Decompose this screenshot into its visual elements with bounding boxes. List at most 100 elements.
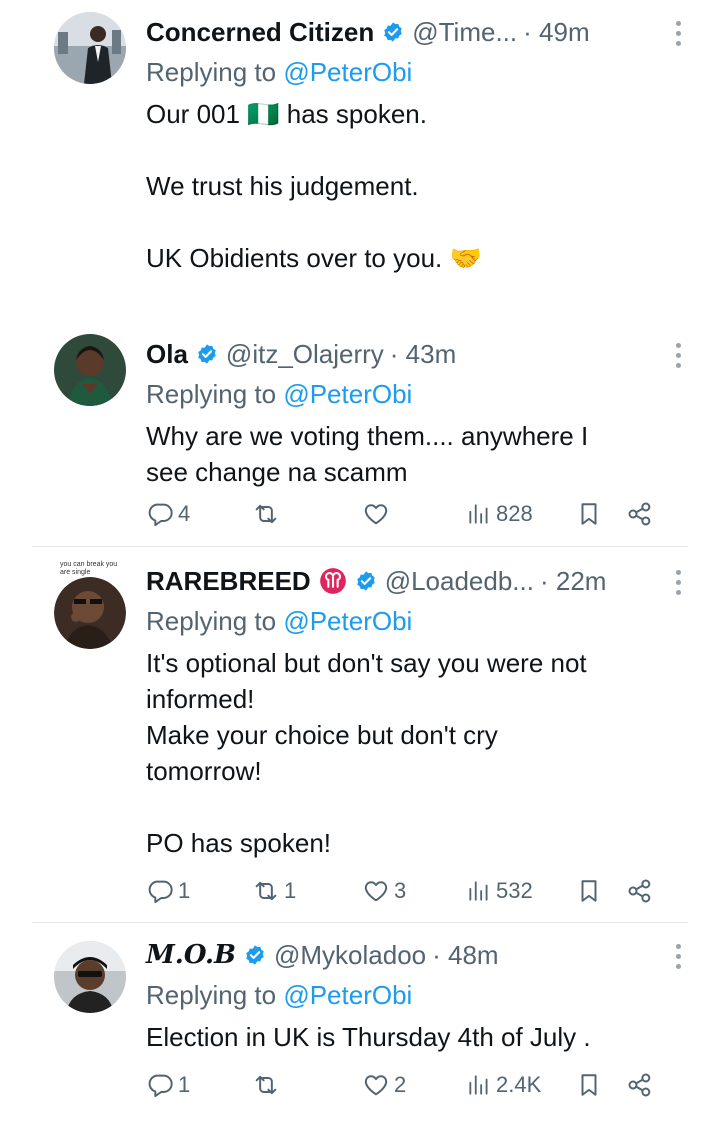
- text-line: Why are we voting them.... anywhere I: [146, 421, 589, 451]
- text-line: UK Obidients over to you. 🤝: [146, 243, 482, 273]
- reply-count: 1: [178, 878, 191, 903]
- avatar-caption: you can break you are single: [60, 561, 118, 576]
- text-line: PO has spoken!: [146, 828, 331, 858]
- reply-icon: [148, 1074, 173, 1098]
- replying-to: Replying to @PeterObi: [146, 52, 680, 92]
- heart-icon: [364, 504, 388, 525]
- replying-label: Replying to: [146, 379, 277, 409]
- repost-icon: [255, 1075, 277, 1095]
- more-icon[interactable]: [666, 18, 690, 48]
- author-name[interactable]: Concerned Citizen: [146, 17, 374, 48]
- bookmark-button[interactable]: [576, 496, 602, 532]
- heart-icon: [364, 1075, 388, 1096]
- share-button[interactable]: [626, 1067, 654, 1103]
- avatar[interactable]: [54, 334, 126, 406]
- tweet[interactable]: Ola @itz_Olajerry · 43m Replying to @Pet…: [0, 318, 720, 546]
- more-icon[interactable]: [666, 941, 690, 971]
- views-button[interactable]: 828: [466, 496, 533, 532]
- text-line: informed!: [146, 684, 255, 714]
- timestamp[interactable]: · 49m: [523, 17, 589, 48]
- like-count: 2: [394, 1072, 407, 1097]
- reply-icon: [148, 880, 173, 904]
- like-button[interactable]: [362, 496, 394, 532]
- timestamp[interactable]: · 22m: [540, 566, 606, 597]
- share-icon: [628, 1073, 651, 1097]
- views-button[interactable]: 2.4K: [466, 1067, 541, 1103]
- more-icon[interactable]: [666, 340, 690, 370]
- views-count: 532: [496, 878, 533, 903]
- author-handle[interactable]: @Loadedb...: [385, 566, 534, 597]
- replying-label: Replying to: [146, 980, 277, 1010]
- text-line: Make your choice but don't cry: [146, 720, 498, 750]
- author-handle[interactable]: @itz_Olajerry: [226, 339, 384, 370]
- heart-icon: [364, 881, 388, 902]
- verified-badge-icon: [196, 343, 218, 365]
- like-button[interactable]: 3: [362, 873, 406, 909]
- reply-button[interactable]: 1: [146, 873, 190, 909]
- action-bar: 1 2 2.4K: [146, 1067, 656, 1103]
- repost-icon: [255, 881, 277, 901]
- tweet-header: Ola @itz_Olajerry · 43m: [146, 334, 680, 374]
- author-name[interactable]: M.O.B: [146, 940, 236, 970]
- tweet[interactable]: Concerned Citizen @Time... · 49m Replyin…: [0, 0, 720, 310]
- author-name[interactable]: RAREBREED: [146, 566, 311, 597]
- text-line: It's optional but don't say you were not: [146, 648, 587, 678]
- verified-badge-icon: [355, 570, 377, 592]
- text-line: Our 001 🇳🇬 has spoken.: [146, 99, 427, 129]
- tweet-text: Why are we voting them.... anywhere I se…: [146, 418, 680, 490]
- replying-to: Replying to @PeterObi: [146, 975, 680, 1015]
- author-handle[interactable]: @Mykoladoo: [274, 940, 426, 971]
- avatar[interactable]: you can break you are single: [54, 561, 126, 649]
- verified-badge-icon: [382, 21, 404, 43]
- replying-label: Replying to: [146, 57, 277, 87]
- reply-button[interactable]: 4: [146, 496, 190, 532]
- more-icon[interactable]: [666, 567, 690, 597]
- tweet-text: It's optional but don't say you were not…: [146, 645, 680, 861]
- share-button[interactable]: [626, 496, 654, 532]
- text-line: see change na scamm: [146, 457, 408, 487]
- views-count: 828: [496, 501, 533, 526]
- like-button[interactable]: 2: [362, 1067, 406, 1103]
- replying-to: Replying to @PeterObi: [146, 601, 680, 641]
- repost-button[interactable]: [252, 496, 284, 532]
- share-button[interactable]: [626, 873, 654, 909]
- action-bar: 1 1 3 532: [146, 873, 656, 909]
- mention-link[interactable]: @PeterObi: [283, 980, 412, 1010]
- bookmark-icon: [581, 880, 597, 902]
- bookmark-button[interactable]: [576, 873, 602, 909]
- author-name[interactable]: Ola: [146, 339, 188, 370]
- repost-button[interactable]: 1: [252, 873, 296, 909]
- text-line: tomorrow!: [146, 756, 262, 786]
- views-icon: [469, 1075, 488, 1095]
- views-button[interactable]: 532: [466, 873, 533, 909]
- replying-label: Replying to: [146, 606, 277, 636]
- tweet-header: RAREBREED @Loadedb... · 22m: [146, 561, 680, 601]
- avatar[interactable]: [54, 12, 126, 84]
- timestamp[interactable]: · 48m: [432, 940, 498, 971]
- avatar[interactable]: [54, 941, 126, 1013]
- reply-button[interactable]: 1: [146, 1067, 190, 1103]
- tweet-header: M.O.B @Mykoladoo · 48m: [146, 935, 680, 975]
- bookmark-button[interactable]: [576, 1067, 602, 1103]
- tweet[interactable]: you can break you are single RAREBREED @…: [0, 547, 720, 922]
- mention-link[interactable]: @PeterObi: [283, 606, 412, 636]
- share-icon: [628, 879, 651, 903]
- action-bar: 4 828: [146, 496, 656, 532]
- text-line: We trust his judgement.: [146, 171, 419, 201]
- tweet-header: Concerned Citizen @Time... · 49m: [146, 12, 680, 52]
- author-handle[interactable]: @Time...: [412, 17, 517, 48]
- reply-count: 1: [178, 1072, 191, 1097]
- repost-button[interactable]: [252, 1067, 284, 1103]
- repost-count: 1: [284, 878, 297, 903]
- tweet[interactable]: M.O.B @Mykoladoo · 48m Replying to @Pete…: [0, 923, 720, 1142]
- tweet-text: Election in UK is Thursday 4th of July .: [146, 1019, 680, 1055]
- timestamp[interactable]: · 43m: [390, 339, 456, 370]
- bookmark-icon: [581, 503, 597, 525]
- repost-icon: [255, 504, 277, 524]
- mention-link[interactable]: @PeterObi: [283, 57, 412, 87]
- verified-badge-icon: [244, 944, 266, 966]
- share-icon: [628, 502, 651, 526]
- bookmark-icon: [581, 1074, 597, 1096]
- mention-link[interactable]: @PeterObi: [283, 379, 412, 409]
- reply-icon: [148, 503, 173, 527]
